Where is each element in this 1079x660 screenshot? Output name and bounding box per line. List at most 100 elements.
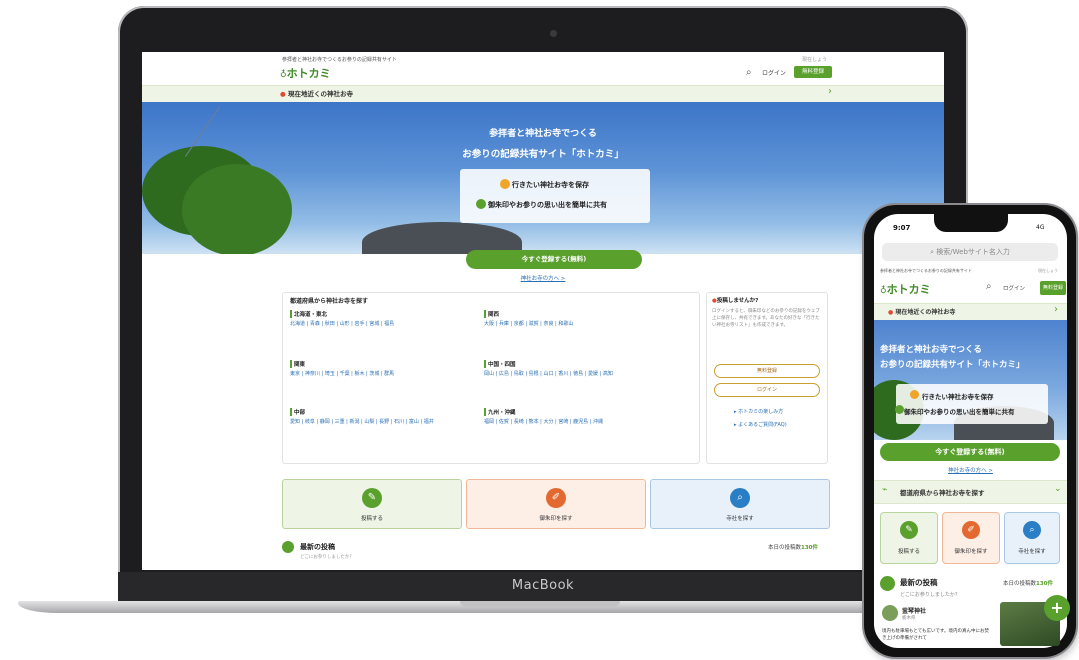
for-shrines-link[interactable]: 神社お寺の方へ > bbox=[874, 466, 1067, 474]
site-tagline-right: 現在しょう bbox=[802, 57, 828, 63]
search-icon[interactable]: ⌕ bbox=[746, 67, 752, 78]
latest-posts-subtitle: どこにお参りしましたか? bbox=[900, 592, 958, 598]
region-pref-links[interactable]: 東京 | 神奈川 | 埼玉 | 千葉 | 栃木 | 茨城 | 群馬 bbox=[290, 370, 470, 378]
post-location: 栃木県 bbox=[902, 616, 916, 621]
logo-text: ホトカミ bbox=[286, 67, 331, 80]
avatar[interactable] bbox=[882, 605, 898, 621]
search-icon[interactable]: ⌕ bbox=[986, 281, 992, 292]
side-login-button[interactable]: ログイン bbox=[714, 383, 820, 397]
status-time: 9:07 bbox=[893, 224, 911, 232]
browser-url-bar[interactable]: ⌕ 検索/Webサイト名入力 bbox=[882, 243, 1058, 261]
region-pref-links[interactable]: 北海道 | 青森 | 秋田 | 山形 | 岩手 | 宮城 | 福島 bbox=[290, 320, 470, 328]
signup-cta-button[interactable]: 今すぐ登録する(無料) bbox=[880, 443, 1060, 461]
latest-posts-title: 最新の投稿 bbox=[300, 543, 335, 551]
latest-posts-icon bbox=[880, 576, 895, 591]
latest-posts-icon bbox=[282, 541, 294, 553]
tree-illustration bbox=[182, 164, 292, 254]
site-logo[interactable]: ♁ホトカミ bbox=[880, 281, 931, 297]
laptop-screen: 参拝者と神社お寺でつくるお参りの記録共有サイト 現在しょう ♁ホトカミ ⌕ ログ… bbox=[142, 52, 944, 570]
feature-save: 行きたい神社お寺を保存 bbox=[922, 393, 994, 401]
search-temple-action-card[interactable]: ⌕ 寺社を探す bbox=[1004, 512, 1060, 564]
region-pref-links[interactable]: 大阪 | 兵庫 | 京都 | 滋賀 | 奈良 | 和歌山 bbox=[484, 320, 664, 328]
phone-notch bbox=[934, 214, 1008, 232]
region-heading: 中国・四国 bbox=[484, 360, 516, 368]
chevron-right-icon: › bbox=[828, 86, 832, 97]
location-bar-label: ● 現在地近くの神社お寺 bbox=[888, 309, 956, 316]
post-invite-title: ●投稿しませんか? bbox=[712, 298, 759, 304]
register-button[interactable]: 無料登録 bbox=[1040, 281, 1066, 295]
region-pref-links[interactable]: 福岡 | 佐賀 | 長崎 | 熊本 | 大分 | 宮崎 | 鹿児島 | 沖縄 bbox=[484, 418, 664, 426]
search-temple-action-label: 寺社を探す bbox=[726, 516, 754, 522]
map-icon: ⌁ bbox=[882, 485, 888, 495]
for-shrines-link[interactable]: 神社お寺の方へ > bbox=[142, 274, 944, 282]
add-post-fab-button[interactable]: + bbox=[1044, 595, 1070, 621]
post-action-label: 投稿する bbox=[897, 549, 920, 555]
region-heading: 関西 bbox=[484, 310, 499, 318]
location-pin-icon: ● bbox=[280, 90, 286, 98]
logo-mark-icon: ♁ bbox=[880, 286, 887, 296]
laptop-notch bbox=[460, 601, 620, 607]
login-link[interactable]: ログイン bbox=[1003, 284, 1025, 292]
region-heading: 北海道・東北 bbox=[290, 310, 327, 318]
logo-mark-icon: ♁ bbox=[280, 70, 287, 80]
goshuin-action-card[interactable]: ✐ 御朱印を探す bbox=[942, 512, 1000, 564]
plus-icon: + bbox=[1050, 598, 1064, 617]
status-signal: 4G bbox=[1036, 224, 1045, 231]
location-bar[interactable] bbox=[142, 85, 944, 103]
hero-title-line2: お参りの記録共有サイト「ホトカミ」 bbox=[462, 149, 624, 160]
goshuin-action-label: 御朱印を探す bbox=[539, 516, 573, 522]
location-bar-label: ● 現在地近くの神社お寺 bbox=[280, 90, 353, 98]
today-post-count: 本日の投稿数130件 bbox=[1003, 581, 1053, 587]
latest-posts-subtitle: どこにお参りしましたか? bbox=[300, 555, 352, 560]
post-excerpt: 境内も駐車場もとても広いです。境内の真ん中にお焚き上げの準備がされて bbox=[882, 629, 989, 641]
search-temple-action-card[interactable]: ⌕ 寺社を探す bbox=[650, 479, 830, 529]
feature-card bbox=[896, 384, 1048, 424]
post-action-card[interactable]: ✎ 投稿する bbox=[282, 479, 462, 529]
today-post-count: 本日の投稿数130件 bbox=[768, 545, 818, 551]
site-tagline: 参拝者と神社お寺でつくるお参りの記録共有サイト bbox=[282, 57, 397, 63]
region-pref-links[interactable]: 愛知 | 岐阜 | 静岡 | 三重 | 新潟 | 山梨 | 長野 | 石川 | … bbox=[290, 418, 470, 426]
hero-title-line1: 参拝者と神社お寺でつくる bbox=[880, 345, 982, 355]
faq-link[interactable]: ▸ よくあるご質問(FAQ) bbox=[734, 421, 787, 428]
brush-icon: ✐ bbox=[962, 521, 980, 539]
region-heading: 関東 bbox=[290, 360, 305, 368]
pencil-icon bbox=[476, 199, 486, 209]
laptop-brand-label: MacBook bbox=[511, 578, 575, 593]
signup-cta-button[interactable]: 今すぐ登録する(無料) bbox=[466, 250, 642, 269]
register-button[interactable]: 無料登録 bbox=[794, 66, 832, 78]
login-link[interactable]: ログイン bbox=[762, 68, 786, 77]
prefecture-accordion-label: 都道府県から神社お寺を探す bbox=[900, 489, 985, 497]
goshuin-action-label: 御朱印を探す bbox=[954, 549, 988, 555]
feature-card bbox=[460, 169, 650, 223]
post-invite-text: ログインすると、御朱印などのお参りの記録をウェブ上に保存し、共有できます。あなた… bbox=[712, 309, 820, 328]
feature-share: 御朱印やお参りの思い出を簡単に共有 bbox=[904, 408, 1015, 416]
post-author-name[interactable]: 釜琴神社 bbox=[902, 606, 926, 615]
site-tagline: 参拝者と神社お寺でつくるお参りの記録共有サイト bbox=[880, 268, 972, 273]
post-action-card[interactable]: ✎ 投稿する bbox=[880, 512, 938, 564]
edit-icon: ✎ bbox=[362, 488, 382, 508]
location-pin-icon: ● bbox=[888, 309, 894, 316]
search-icon: ⌕ bbox=[1023, 521, 1041, 539]
chevron-down-icon: ⌄ bbox=[1054, 484, 1062, 494]
how-to-enjoy-link[interactable]: ▸ ホトカミの楽しみ方 bbox=[734, 408, 783, 415]
post-action-label: 投稿する bbox=[360, 516, 383, 522]
edit-icon: ✎ bbox=[900, 521, 918, 539]
search-temple-action-label: 寺社を探す bbox=[1018, 549, 1046, 555]
star-icon bbox=[500, 179, 510, 189]
hero-title-line2: お参りの記録共有サイト「ホトカミ」 bbox=[880, 360, 1025, 370]
feature-save: 行きたい神社お寺を保存 bbox=[512, 181, 589, 189]
side-register-button[interactable]: 無料登録 bbox=[714, 364, 820, 378]
chevron-right-icon: › bbox=[1054, 304, 1058, 315]
site-logo[interactable]: ♁ホトカミ bbox=[280, 65, 331, 81]
pencil-icon bbox=[895, 405, 904, 414]
prefecture-panel-title: 都道府県から神社お寺を探す bbox=[290, 298, 369, 305]
region-pref-links[interactable]: 岡山 | 広島 | 鳥取 | 島根 | 山口 | 香川 | 徳島 | 愛媛 | … bbox=[484, 370, 664, 378]
region-heading: 中部 bbox=[290, 408, 305, 416]
brush-icon: ✐ bbox=[546, 488, 566, 508]
star-icon bbox=[910, 390, 919, 399]
laptop-camera bbox=[550, 30, 557, 37]
feature-share: 御朱印やお参りの思い出を簡単に共有 bbox=[488, 201, 607, 209]
latest-posts-title: 最新の投稿 bbox=[900, 578, 938, 587]
search-icon: ⌕ bbox=[730, 488, 750, 508]
goshuin-action-card[interactable]: ✐ 御朱印を探す bbox=[466, 479, 646, 529]
